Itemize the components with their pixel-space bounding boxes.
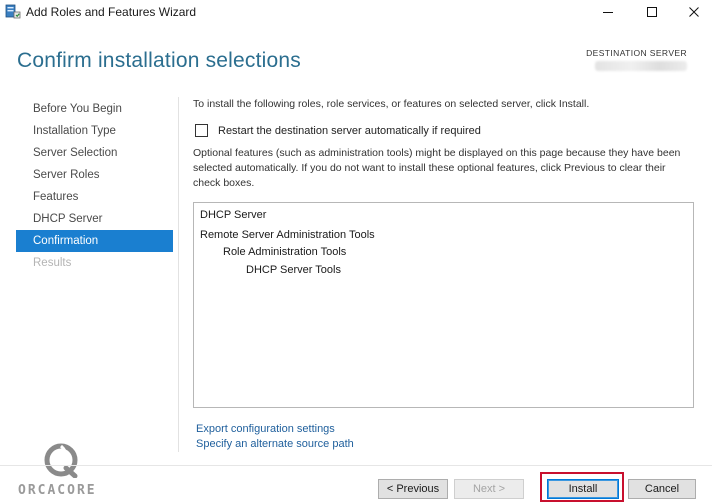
destination-server-label: DESTINATION SERVER (586, 48, 687, 58)
optional-features-note: Optional features (such as administratio… (193, 147, 681, 189)
maximize-button[interactable] (634, 0, 670, 24)
list-item: Role Administration Tools (223, 246, 347, 258)
install-highlight-annotation (540, 472, 624, 502)
export-configuration-link[interactable]: Export configuration settings (196, 423, 335, 435)
server-manager-icon (5, 4, 21, 19)
minimize-icon (603, 12, 613, 13)
list-item: Remote Server Administration Tools (200, 229, 375, 241)
nav-item-results: Results (33, 257, 72, 269)
orcacore-logo-icon (44, 443, 78, 478)
list-item: DHCP Server Tools (246, 264, 341, 276)
orcacore-logo-text: ORCACORE (18, 483, 97, 498)
nav-divider (178, 97, 179, 452)
destination-server-name-redacted (595, 61, 687, 71)
minimize-button[interactable] (590, 0, 626, 24)
nav-item-features[interactable]: Features (16, 186, 173, 208)
close-button[interactable] (676, 0, 712, 24)
restart-checkbox-label[interactable]: Restart the destination server automatic… (218, 125, 481, 137)
close-icon (689, 7, 699, 17)
nav-item-confirmation[interactable]: Confirmation (16, 230, 173, 252)
next-button: Next > (454, 479, 524, 499)
restart-option[interactable]: Restart the destination server automatic… (193, 124, 481, 137)
window-title: Add Roles and Features Wizard (26, 5, 197, 19)
wizard-nav: Before You Begin Installation Type Serve… (16, 98, 173, 274)
list-item: DHCP Server (200, 209, 267, 221)
nav-item-installation-type[interactable]: Installation Type (16, 120, 173, 142)
nav-item-before-you-begin[interactable]: Before You Begin (16, 98, 173, 120)
title-bar: Add Roles and Features Wizard (0, 0, 712, 24)
installation-selections-list[interactable]: DHCP Server Remote Server Administration… (193, 202, 694, 408)
nav-item-dhcp-server[interactable]: DHCP Server (16, 208, 173, 230)
nav-item-server-roles[interactable]: Server Roles (16, 164, 173, 186)
footer-divider (0, 465, 712, 466)
previous-button[interactable]: < Previous (378, 479, 448, 499)
cancel-button[interactable]: Cancel (628, 479, 696, 499)
page-title: Confirm installation selections (17, 49, 301, 72)
maximize-icon (647, 7, 657, 17)
alternate-source-path-link[interactable]: Specify an alternate source path (196, 438, 354, 450)
restart-checkbox[interactable] (195, 124, 208, 137)
nav-item-server-selection[interactable]: Server Selection (16, 142, 173, 164)
intro-text: To install the following roles, role ser… (193, 98, 590, 110)
